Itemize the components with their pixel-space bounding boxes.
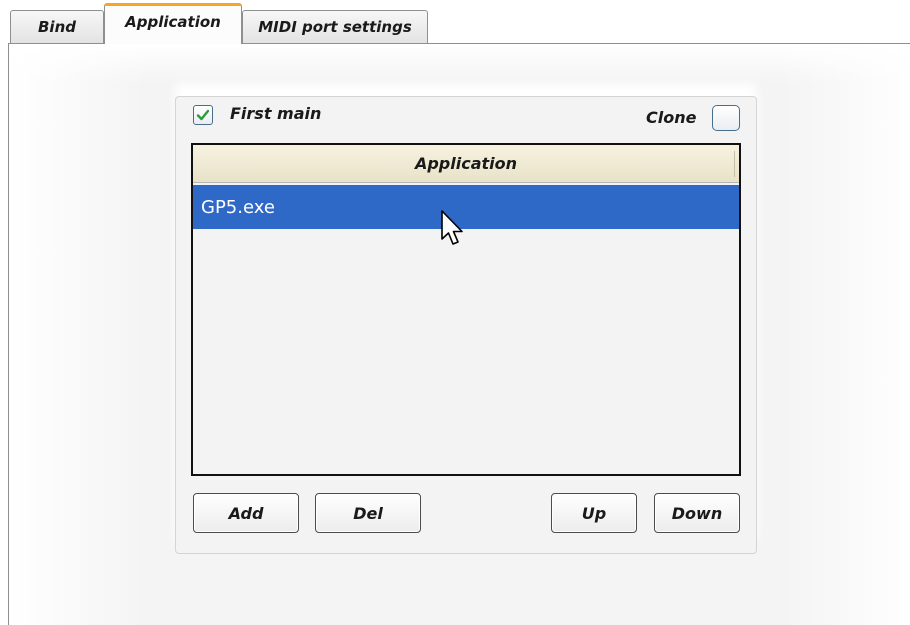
check-icon <box>196 109 210 121</box>
add-button-label: Add <box>228 503 264 523</box>
tab-bind-label: Bind <box>38 18 76 36</box>
up-button-label: Up <box>581 503 607 523</box>
application-tab-panel: First main Clone Application GP5.exe Add… <box>8 43 910 625</box>
first-main-checkbox[interactable] <box>193 105 213 125</box>
tab-application-label: Application <box>125 13 221 31</box>
list-item-label: GP5.exe <box>201 196 275 218</box>
application-window: Bind Application MIDI port settings Firs… <box>0 0 910 625</box>
clone-label: Clone <box>646 108 697 127</box>
panel-fade <box>9 44 910 84</box>
add-button[interactable]: Add <box>193 493 299 533</box>
tab-midi-port-settings-label: MIDI port settings <box>258 18 412 36</box>
application-column-header[interactable]: Application <box>193 145 739 183</box>
down-button[interactable]: Down <box>654 493 740 533</box>
del-button[interactable]: Del <box>315 493 421 533</box>
application-column-header-label: Application <box>414 154 518 173</box>
down-button-label: Down <box>671 503 723 523</box>
tab-application[interactable]: Application <box>104 3 242 44</box>
list-item[interactable]: GP5.exe <box>193 185 739 229</box>
application-group-box: First main Clone Application GP5.exe Add… <box>175 96 757 554</box>
application-list[interactable]: Application GP5.exe <box>191 143 741 476</box>
first-main-label: First main <box>230 104 322 123</box>
tab-midi-port-settings[interactable]: MIDI port settings <box>242 10 428 43</box>
tab-bind[interactable]: Bind <box>10 10 104 43</box>
del-button-label: Del <box>353 503 383 523</box>
up-button[interactable]: Up <box>551 493 637 533</box>
clone-checkbox[interactable] <box>712 105 740 131</box>
